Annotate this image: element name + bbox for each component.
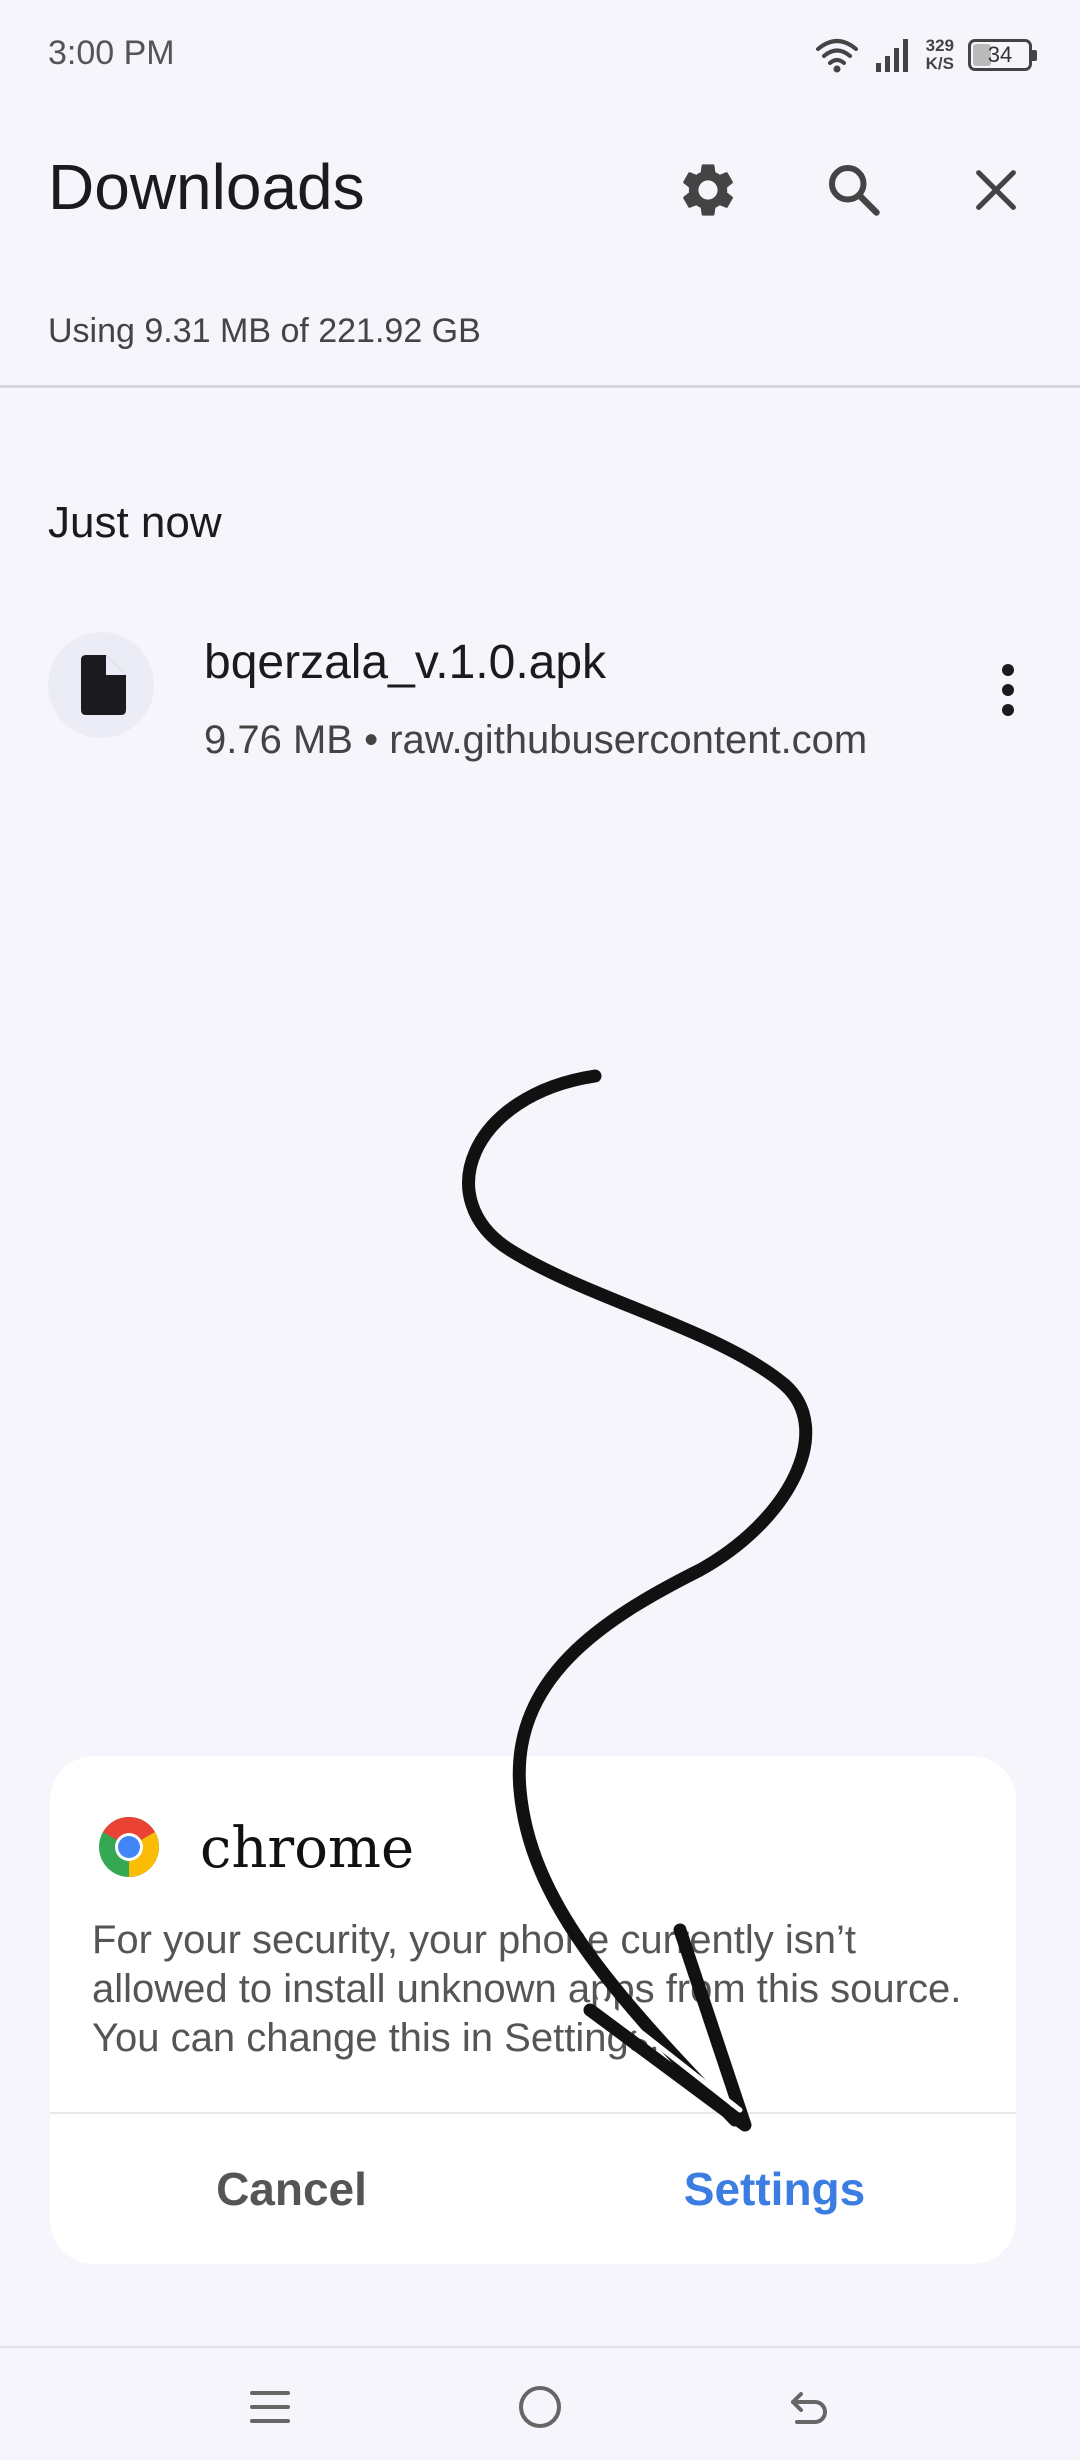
search-button[interactable] [814, 150, 894, 230]
close-icon [976, 170, 1016, 210]
signal-icon [875, 39, 908, 72]
back-button[interactable] [770, 2372, 850, 2442]
gear-icon [683, 164, 733, 216]
more-vert-icon [1002, 664, 1014, 716]
chrome-icon [99, 1817, 159, 1877]
dialog-app-name: chrome [200, 1816, 415, 1881]
cancel-button[interactable]: Cancel [50, 2114, 533, 2264]
back-icon [791, 2392, 827, 2424]
install-blocked-dialog: chrome For your security, your phone cur… [50, 1756, 1016, 2264]
storage-usage: Using 9.31 MB of 221.92 GB [48, 312, 481, 350]
home-button[interactable] [500, 2372, 580, 2442]
battery-icon: 34 [968, 39, 1037, 71]
dialog-message: For your security, your phone currently … [92, 1918, 962, 2060]
recents-button[interactable] [230, 2372, 310, 2442]
more-options-button[interactable] [978, 650, 1038, 730]
file-icon-container [48, 632, 154, 738]
settings-button[interactable] [668, 150, 748, 230]
status-time: 3:00 PM [48, 34, 175, 72]
download-file-name[interactable]: bqerzala_v.1.0.apk [204, 635, 606, 690]
search-icon [828, 164, 880, 216]
home-circle-icon [519, 2386, 561, 2428]
menu-icon [250, 2391, 290, 2423]
section-label-just-now: Just now [48, 498, 222, 547]
settings-link-button[interactable]: Settings [533, 2114, 1016, 2264]
net-speed-value: 329 [925, 36, 954, 55]
status-bar: 3:00 PM 329 K/S 34 [0, 0, 1080, 110]
navigation-bar [0, 2346, 1080, 2460]
file-icon [81, 655, 126, 715]
header-divider [0, 385, 1080, 388]
battery-level: 34 [987, 42, 1013, 67]
download-file-meta: 9.76 MB • raw.githubusercontent.com [204, 718, 868, 762]
wifi-icon [815, 39, 858, 73]
close-button[interactable] [956, 150, 1036, 230]
net-speed-unit: K/S [925, 54, 954, 73]
status-icons: 329 K/S 34 [814, 30, 1037, 80]
page-title: Downloads [48, 151, 365, 223]
download-item[interactable]: bqerzala_v.1.0.apk 9.76 MB • raw.githubu… [0, 620, 1080, 770]
net-speed: 329 K/S [926, 37, 954, 73]
